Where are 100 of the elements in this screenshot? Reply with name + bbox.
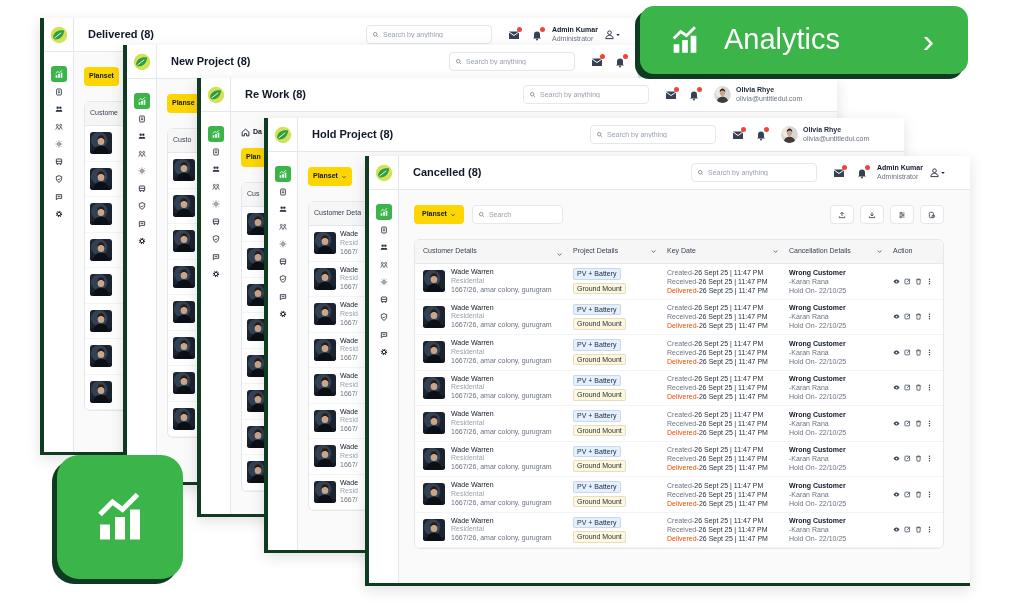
search-icon xyxy=(372,31,379,38)
search-icon xyxy=(529,91,536,98)
edit-icon[interactable] xyxy=(904,490,911,498)
page-title: New Project (8) xyxy=(171,54,252,70)
users-icon xyxy=(54,105,63,113)
bus-icon xyxy=(278,257,287,266)
document-icon xyxy=(278,187,287,196)
caret-icon xyxy=(449,211,456,218)
page-title: Cancelled (8) xyxy=(413,165,483,181)
sun-icon xyxy=(379,278,388,286)
sun-icon xyxy=(137,167,146,175)
shield-icon xyxy=(54,175,63,183)
view-icon[interactable] xyxy=(893,490,900,498)
chat-icon xyxy=(211,252,220,261)
document-icon xyxy=(211,147,220,156)
chat-icon xyxy=(278,292,287,301)
chat-icon xyxy=(379,330,388,339)
settings-icon xyxy=(211,270,220,278)
tool-button[interactable] xyxy=(920,205,944,224)
leaf-logo xyxy=(132,52,151,71)
group-icon xyxy=(211,182,220,191)
users-icon xyxy=(379,243,388,251)
user-icon[interactable] xyxy=(603,29,615,40)
view-icon[interactable] xyxy=(893,277,900,285)
delete-icon[interactable] xyxy=(915,348,922,356)
edit-icon[interactable] xyxy=(904,419,911,427)
leaf-logo xyxy=(206,85,225,104)
more-icon[interactable] xyxy=(926,490,933,498)
edit-icon[interactable] xyxy=(904,384,911,392)
delete-icon[interactable] xyxy=(915,384,922,392)
shield-icon xyxy=(137,202,146,210)
filter-icon xyxy=(898,210,906,219)
view-icon[interactable] xyxy=(893,348,900,356)
leaf-logo xyxy=(273,125,292,144)
bus-icon xyxy=(54,157,63,166)
more-icon[interactable] xyxy=(926,313,933,321)
more-icon[interactable] xyxy=(926,455,933,463)
more-icon[interactable] xyxy=(926,277,933,285)
more-icon[interactable] xyxy=(926,384,933,392)
bus-icon xyxy=(211,217,220,226)
delete-icon[interactable] xyxy=(915,490,922,498)
leaf-logo xyxy=(374,163,393,182)
delete-icon[interactable] xyxy=(915,526,922,534)
delete-icon[interactable] xyxy=(915,419,922,427)
search-icon xyxy=(596,131,603,138)
search-icon xyxy=(697,169,704,176)
tool-button[interactable] xyxy=(860,205,884,224)
users-icon xyxy=(278,205,287,213)
delete-icon[interactable] xyxy=(915,277,922,285)
users-icon xyxy=(211,165,220,173)
view-icon[interactable] xyxy=(893,526,900,534)
view-icon[interactable] xyxy=(893,313,900,321)
edit-icon[interactable] xyxy=(904,455,911,463)
more-icon[interactable] xyxy=(926,348,933,356)
view-icon[interactable] xyxy=(893,384,900,392)
banner-label: Analytics xyxy=(724,22,841,58)
chart-icon xyxy=(378,207,389,217)
tool-button[interactable] xyxy=(830,205,854,224)
view-icon[interactable] xyxy=(893,455,900,463)
home-icon[interactable] xyxy=(241,127,250,137)
group-icon xyxy=(54,122,63,131)
document-icon xyxy=(379,225,388,234)
chevron-icon: › xyxy=(922,23,934,57)
edit-icon[interactable] xyxy=(904,348,911,356)
document-icon xyxy=(137,114,146,123)
chat-icon xyxy=(54,192,63,201)
user-icon[interactable] xyxy=(928,167,940,178)
settings-icon xyxy=(54,210,63,218)
document-icon xyxy=(54,87,63,96)
view-icon[interactable] xyxy=(893,419,900,427)
page-title: Re Work (8) xyxy=(245,87,307,103)
delete-icon[interactable] xyxy=(915,313,922,321)
search-icon xyxy=(477,211,485,218)
caret-icon xyxy=(340,173,347,180)
bus-icon xyxy=(137,184,146,193)
upload-icon xyxy=(838,210,846,219)
caret-icon[interactable] xyxy=(939,169,946,176)
page-title: Hold Project (8) xyxy=(312,127,395,143)
tool-button[interactable] xyxy=(890,205,914,224)
shield-icon xyxy=(211,235,220,243)
users-icon xyxy=(137,132,146,140)
group-icon xyxy=(137,149,146,158)
more-icon[interactable] xyxy=(926,526,933,534)
more-icon[interactable] xyxy=(926,419,933,427)
shield-icon xyxy=(379,313,388,321)
settings-icon xyxy=(137,237,146,245)
edit-icon[interactable] xyxy=(904,526,911,534)
page-title: Delivered (8) xyxy=(88,27,156,43)
delete-icon[interactable] xyxy=(915,455,922,463)
caret-icon[interactable] xyxy=(614,31,621,38)
sun-icon xyxy=(211,200,220,208)
edit-icon[interactable] xyxy=(904,277,911,285)
group-icon xyxy=(278,222,287,231)
search-icon xyxy=(455,58,462,65)
edit-icon[interactable] xyxy=(904,313,911,321)
chart-icon xyxy=(210,129,221,139)
chart-icon xyxy=(136,96,147,106)
chart-icon xyxy=(277,169,288,179)
download-icon xyxy=(868,210,876,219)
sun-icon xyxy=(278,240,287,248)
